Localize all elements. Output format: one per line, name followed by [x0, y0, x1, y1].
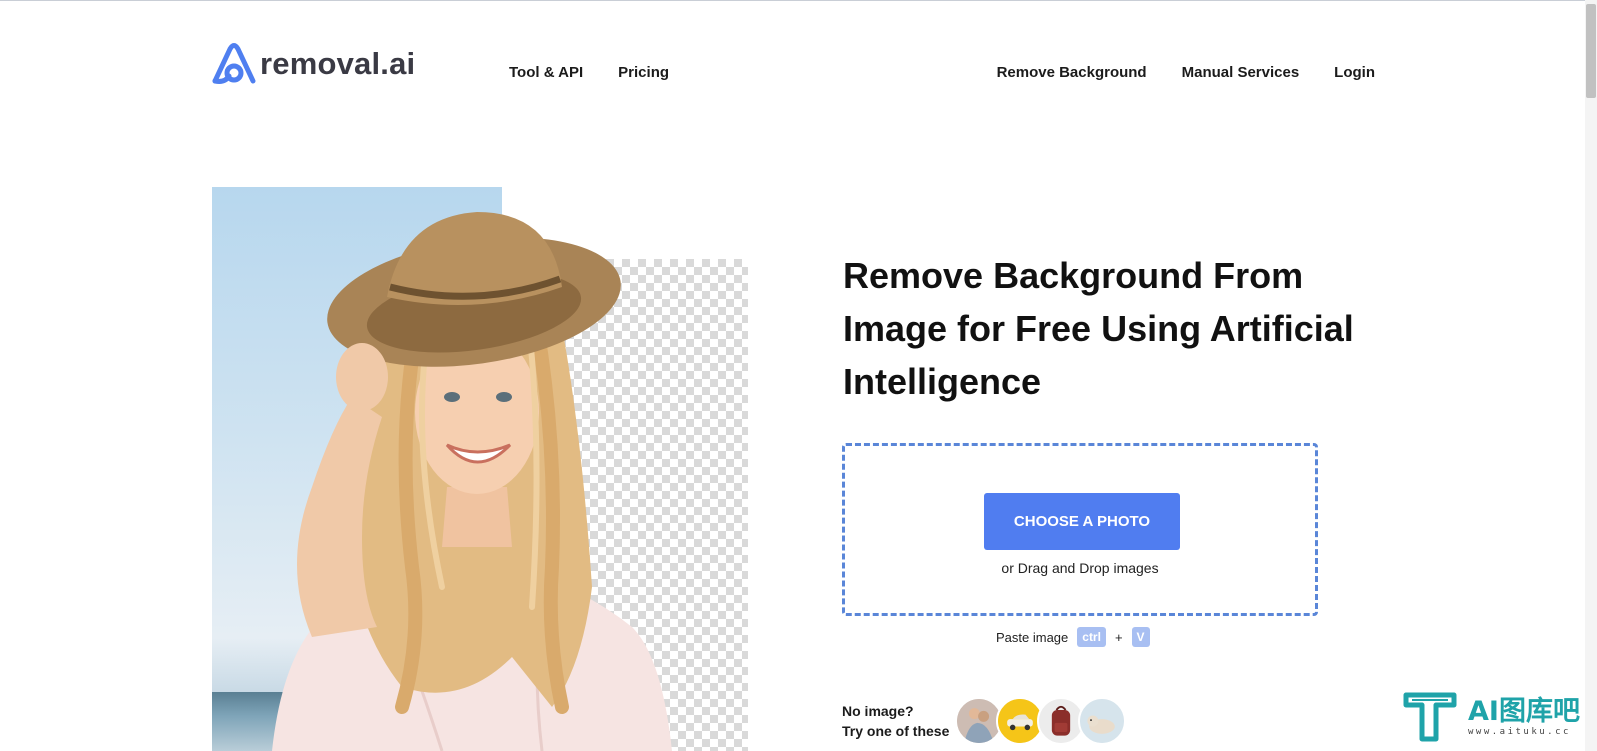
logo-icon — [212, 43, 256, 84]
sample-images: No image? Try one of these — [842, 697, 1127, 745]
sample-prompt-line2: Try one of these — [842, 723, 950, 739]
logo-text: removal.ai — [260, 46, 416, 81]
ctrl-key-badge: ctrl — [1077, 627, 1106, 647]
drag-drop-hint: or Drag and Drop images — [1001, 560, 1159, 576]
watermark-url: www.aituku.cc — [1468, 727, 1571, 737]
hero-image — [212, 187, 748, 751]
secondary-nav: Remove Background Manual Services Login — [997, 64, 1375, 81]
nav-manual-services[interactable]: Manual Services — [1182, 64, 1300, 81]
choose-photo-button[interactable]: CHOOSE A PHOTO — [984, 493, 1180, 550]
paste-label: Paste image — [996, 629, 1069, 645]
plus-sign: + — [1114, 629, 1123, 645]
window-top-border — [0, 0, 1597, 1]
nav-pricing[interactable]: Pricing — [618, 64, 669, 81]
woman-with-hat-illustration — [272, 212, 672, 751]
paste-hint: Paste image ctrl + V — [996, 627, 1150, 647]
sample-dog-thumbnail[interactable] — [1078, 697, 1127, 745]
primary-nav: Tool & API Pricing — [509, 64, 669, 81]
logo[interactable]: removal.ai — [211, 43, 415, 85]
sample-prompt-line1: No image? — [842, 703, 914, 719]
sample-prompt: No image? Try one of these — [842, 701, 949, 741]
page-scrollbar[interactable] — [1585, 0, 1597, 751]
watermark-logo-icon — [1403, 692, 1457, 742]
nav-remove-background[interactable]: Remove Background — [997, 64, 1147, 81]
watermark-title: AI图库吧 — [1468, 696, 1580, 727]
v-key-badge: V — [1131, 627, 1150, 647]
hero-headline: Remove Background From Image for Free Us… — [843, 255, 1354, 402]
nav-tool-api[interactable]: Tool & API — [509, 64, 583, 81]
scrollbar-thumb[interactable] — [1586, 4, 1596, 98]
nav-login[interactable]: Login — [1334, 64, 1375, 81]
watermark: AI图库吧 www.aituku.cc — [1402, 689, 1580, 745]
upload-dropzone[interactable]: CHOOSE A PHOTO or Drag and Drop images — [842, 443, 1318, 616]
